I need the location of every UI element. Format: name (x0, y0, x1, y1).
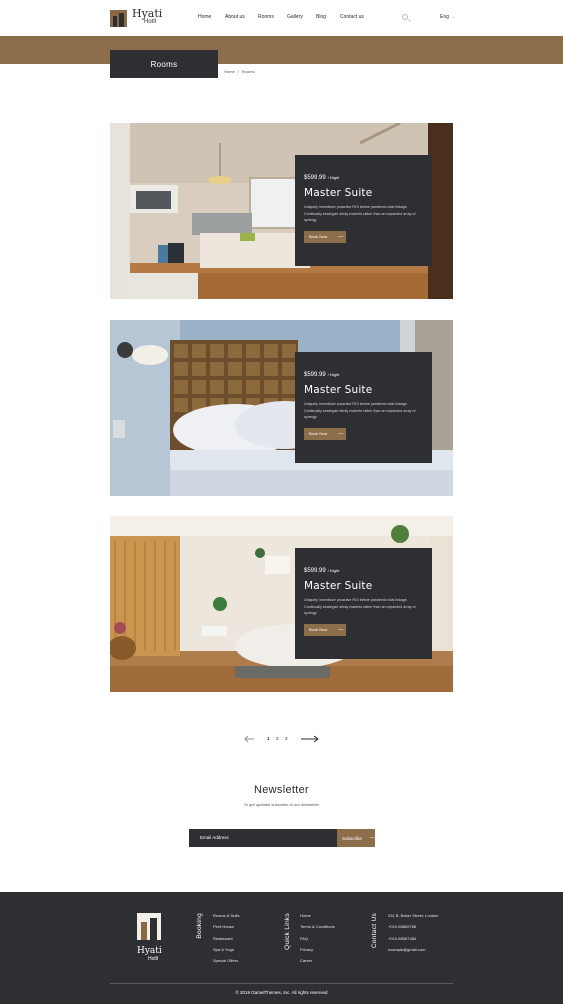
footer-contact-heading: Contact Us (371, 913, 378, 949)
logo-mark-icon (137, 913, 161, 940)
nav-home[interactable]: Home (198, 14, 225, 20)
room-card: $599.99/ Night Master Suite Uniquely inc… (110, 516, 453, 692)
chevron-down-icon: ⌄ (451, 14, 456, 19)
arrow-right-icon: — (370, 835, 376, 841)
footer-link[interactable]: Home (300, 913, 335, 924)
newsletter-title: Newsletter (254, 784, 309, 796)
room-price-row: $599.99/ Night (304, 372, 423, 378)
page-banner (0, 36, 563, 64)
arrow-right-icon: — (338, 626, 344, 633)
footer-booking-list: Rooms & Suits Pent House Restaurant Spa … (213, 913, 239, 969)
book-now-label: Book Now (309, 627, 328, 632)
subscribe-label: Subscribe (342, 835, 363, 841)
footer-link[interactable]: Pent House (213, 924, 239, 935)
footer-quick-links-heading: Quick Links (284, 913, 291, 950)
breadcrumb-home[interactable]: Home (224, 69, 235, 74)
room-title: Master Suite (304, 187, 373, 199)
arrow-right-icon: — (338, 430, 344, 437)
footer-email[interactable]: example@gmail.com (388, 947, 438, 958)
subscribe-button[interactable]: Subscribe — (337, 829, 375, 847)
footer-link[interactable]: Rooms & Suits (213, 913, 239, 924)
arrow-left-icon[interactable] (244, 735, 254, 743)
site-header: Hyati Hotll Home About us Rooms Gallery … (0, 0, 563, 36)
room-price-per: / Night (327, 372, 340, 377)
book-now-button[interactable]: Book Now — (304, 230, 346, 243)
page-link-1[interactable]: 1 (267, 736, 270, 741)
newsletter-subtitle: To get updated subscribe to our newslett… (243, 802, 320, 807)
footer-quick-links-list: Home Terms & Conditions FAQ Privacy Care… (300, 913, 335, 969)
breadcrumb: Home / Rooms (224, 69, 257, 74)
footer-link[interactable]: Special Offers (213, 958, 239, 969)
footer-link[interactable]: Restaurant (213, 936, 239, 947)
site-logo[interactable]: Hyati Hotll (110, 7, 162, 29)
room-description: Uniquely incentivize proactive ROI befor… (304, 598, 416, 615)
site-footer: Hyati Hotll Booking Rooms & Suits Pent H… (0, 892, 563, 1004)
room-title: Master Suite (304, 580, 373, 592)
footer-link[interactable]: Terms & Conditions (300, 924, 335, 935)
room-price: $599.99 (304, 175, 326, 181)
page-title-box: Rooms (110, 50, 218, 78)
room-price-row: $599.99/ Night (304, 568, 423, 574)
book-now-label: Book Now (309, 431, 328, 436)
room-price-per: / Night (327, 175, 340, 180)
main-nav: Home About us Rooms Gallery Blog Contact… (198, 14, 370, 20)
page-link-2[interactable]: 2 (276, 736, 279, 741)
search-icon[interactable] (402, 14, 408, 20)
footer-booking-heading: Booking (196, 913, 203, 939)
room-info-panel: $599.99/ Night Master Suite Uniquely inc… (295, 155, 432, 266)
room-info-panel: $599.99/ Night Master Suite Uniquely inc… (295, 548, 432, 659)
logo-name: Hyati (132, 7, 163, 20)
language-selector[interactable]: Eng ⌄ (440, 14, 455, 20)
email-field[interactable]: Email Address (189, 829, 337, 847)
arrow-right-icon[interactable] (301, 735, 319, 743)
room-price: $599.99 (304, 568, 326, 574)
pagination: 1 2 3 (244, 733, 320, 745)
footer-phone[interactable]: +010-85852786 (388, 924, 438, 935)
nav-gallery[interactable]: Gallery (287, 14, 316, 20)
room-price-per: / Night (327, 568, 340, 573)
room-price-row: $599.99/ Night (304, 175, 423, 181)
footer-link[interactable]: Privacy (300, 947, 335, 958)
footer-logo-sub: Hotll (148, 956, 159, 962)
room-card: $599.99/ Night Master Suite Uniquely inc… (110, 320, 453, 496)
footer-logo[interactable]: Hyati Hotll (137, 913, 163, 962)
language-label: Eng (440, 14, 449, 20)
newsletter-form: Email Address Subscribe — (189, 829, 375, 847)
footer-divider (110, 983, 453, 984)
room-description: Uniquely incentivize proactive ROI befor… (304, 402, 416, 419)
footer-logo-name: Hyati (137, 946, 162, 956)
room-description: Uniquely incentivize proactive ROI befor… (304, 205, 416, 222)
footer-address: 231 B, Baker Street, London (388, 913, 439, 918)
book-now-label: Book Now (309, 234, 328, 239)
breadcrumb-separator: / (237, 69, 239, 74)
nav-contact-us[interactable]: Contact us (340, 14, 370, 20)
logo-mark-icon (110, 9, 127, 27)
book-now-button[interactable]: Book Now — (304, 623, 346, 636)
footer-link[interactable]: Spa & Yoga (213, 947, 239, 958)
footer-link[interactable]: FAQ (300, 936, 335, 947)
breadcrumb-current: Rooms (241, 69, 255, 74)
nav-rooms[interactable]: Rooms (258, 14, 287, 20)
copyright-text: © 2019 GamelThemes, Inc. All rights rese… (235, 990, 328, 995)
nav-about-us[interactable]: About us (225, 14, 258, 20)
page-link-3[interactable]: 3 (285, 736, 288, 741)
footer-link[interactable]: Career (300, 958, 335, 969)
arrow-right-icon: — (338, 233, 344, 240)
room-info-panel: $599.99/ Night Master Suite Uniquely inc… (295, 352, 432, 463)
room-card: $599.99/ Night Master Suite Uniquely inc… (110, 123, 453, 299)
footer-phone[interactable]: +010-89567484 (388, 936, 438, 947)
room-price: $599.99 (304, 372, 326, 378)
page-title: Rooms (150, 59, 178, 69)
nav-blog[interactable]: Blog (316, 14, 340, 20)
book-now-button[interactable]: Book Now — (304, 427, 346, 440)
room-title: Master Suite (304, 384, 373, 396)
footer-contact-list: 231 B, Baker Street, London +010-8585278… (388, 913, 438, 958)
